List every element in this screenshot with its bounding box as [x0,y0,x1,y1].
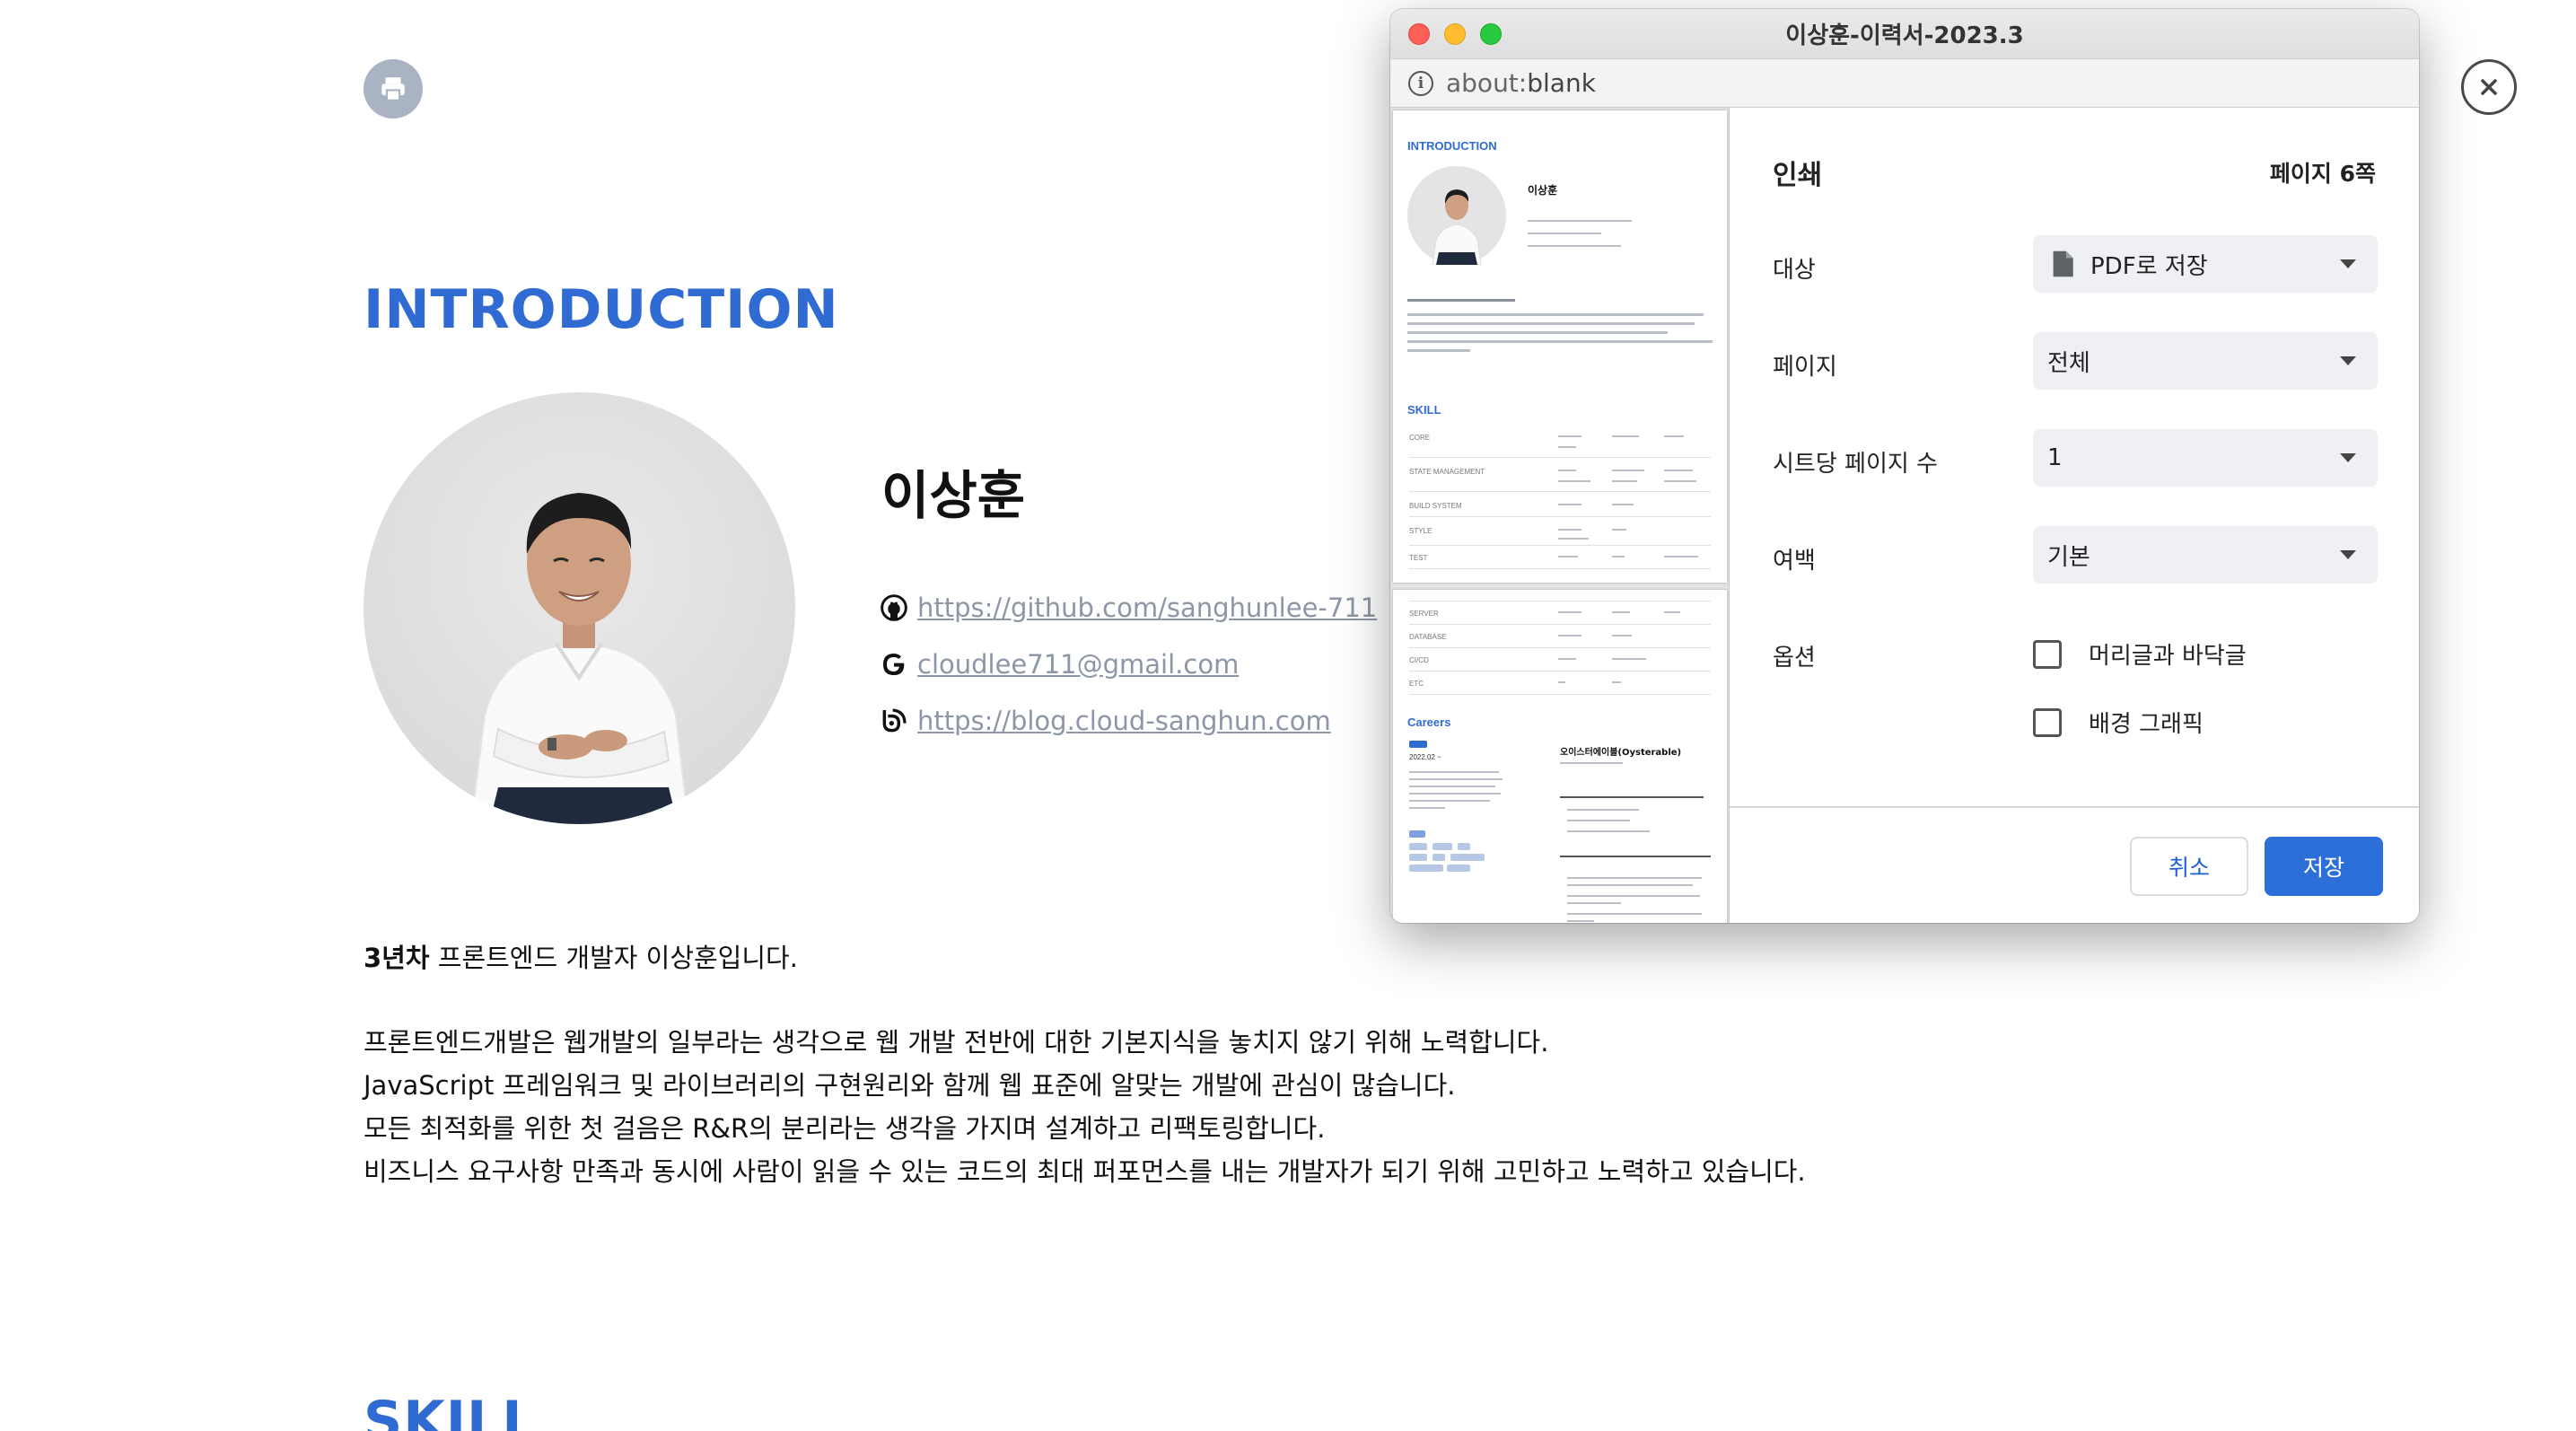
preview-photo [1407,166,1506,266]
intro-line: JavaScript 프레임워크 및 라이브러리의 구현원리와 함께 웹 표준에… [364,1070,1456,1101]
url-bar: i about:blank [1390,59,2419,108]
window-minimize-button[interactable] [1444,23,1466,45]
dialog-footer: 취소 저장 [1730,806,2419,923]
google-icon [883,654,905,675]
close-button[interactable] [2461,59,2517,115]
skill-heading: SKILL [364,1390,538,1431]
chevron-down-icon [2340,259,2356,268]
url-scheme: about: [1446,68,1528,98]
document-icon [2053,250,2073,277]
pages-per-sheet-value: 1 [2047,444,2063,471]
destination-value: PDF로 저장 [2090,252,2208,280]
preview-skill-row: TEST [1409,554,1428,562]
preview-skill-row: DATABASE [1409,633,1447,641]
margins-select[interactable]: 기본 [2033,526,2378,584]
headers-footers-option[interactable]: 머리글과 바닥글 [2033,637,2247,671]
print-settings-panel: 인쇄 페이지 6쪽 대상 PDF로 저장 페이지 전체 시트당 페이지 수 1 … [1730,108,2419,923]
intro-lead: 3년차 프론트엔드 개발자 이상훈입니다. [364,936,1806,979]
headers-footers-label: 머리글과 바닥글 [2089,643,2247,670]
margins-label: 여백 [1773,548,1816,575]
cancel-button[interactable]: 취소 [2130,837,2248,896]
destination-label: 대상 [1773,257,1816,284]
options-label: 옵션 [1773,645,1816,672]
blog-link[interactable]: https://blog.cloud-sanghun.com [917,706,1331,736]
introduction-text: 3년차 프론트엔드 개발자 이상훈입니다. 프론트엔드개발은 웹개발의 일부라는… [364,936,1806,1193]
margins-value: 기본 [2047,543,2090,571]
print-preview[interactable]: INTRODUCTION 이상훈 SKILL CORE STATE MANAGE… [1390,108,1730,923]
preview-careers-heading: Careers [1407,716,1451,729]
github-link[interactable]: https://github.com/sanghunlee-711 [917,593,1377,623]
page-count: 페이지 6쪽 [2269,161,2376,187]
person-name: 이상훈 [881,465,1026,526]
print-dialog-body: INTRODUCTION 이상훈 SKILL CORE STATE MANAGE… [1390,108,2419,923]
preview-skill-heading: SKILL [1407,403,1441,417]
email-link[interactable]: cloudlee711@gmail.com [917,649,1239,680]
window-zoom-button[interactable] [1480,23,1502,45]
preview-skill-row: STATE MANAGEMENT [1409,468,1485,476]
blog-link-row[interactable]: https://blog.cloud-sanghun.com [880,706,1331,736]
chevron-down-icon [2340,453,2356,462]
intro-line: 모든 최적화를 위한 첫 걸음은 R&R의 분리라는 생각을 가지며 설계하고 … [364,1113,1326,1144]
blog-icon [882,708,907,733]
destination-select[interactable]: PDF로 저장 [2033,235,2378,293]
pages-select[interactable]: 전체 [2033,332,2378,390]
chevron-down-icon [2340,550,2356,559]
url-text: about:blank [1446,68,1596,98]
close-icon [2481,79,2497,95]
background-graphics-checkbox[interactable] [2033,707,2062,737]
preview-intro-heading: INTRODUCTION [1407,139,1497,153]
intro-lead-rest: 프론트엔드 개발자 이상훈입니다. [429,943,798,973]
info-icon[interactable]: i [1408,70,1433,96]
preview-skill-row: BUILD SYSTEM [1409,502,1462,510]
preview-page-1: INTRODUCTION 이상훈 SKILL CORE STATE MANAGE… [1393,110,1727,583]
print-header: 인쇄 [1773,160,1823,191]
printer-icon [381,77,405,101]
chevron-down-icon [2340,356,2356,365]
email-link-row[interactable]: cloudlee711@gmail.com [880,649,1239,680]
print-dialog-window: 이상훈-이력서-2023.3 i about:blank INTRODUCTIO… [1390,9,2419,923]
preview-career-date: 2022.02 ~ [1409,753,1441,761]
preview-page-2: SERVER DATABASE CI/CD ETC Careers 2022.0… [1393,590,1727,923]
preview-skill-row: CI/CD [1409,656,1429,664]
url-rest: blank [1527,68,1596,98]
pages-value: 전체 [2047,349,2090,377]
window-title: 이상훈-이력서-2023.3 [1785,22,2024,49]
preview-skill-row: SERVER [1409,610,1439,618]
preview-name: 이상훈 [1528,184,1558,197]
intro-lead-bold: 3년차 [364,943,430,973]
background-graphics-label: 배경 그래픽 [2089,711,2204,738]
print-button[interactable] [364,59,423,119]
window-titlebar: 이상훈-이력서-2023.3 [1390,9,2419,59]
window-controls [1408,23,1502,45]
introduction-heading: INTRODUCTION [364,278,839,341]
github-link-row[interactable]: https://github.com/sanghunlee-711 [880,593,1377,623]
profile-photo [364,392,795,824]
resume-page: INTRODUCTION 이상훈 https://github.com/sang… [0,0,2576,1431]
window-close-button[interactable] [1408,23,1430,45]
preview-skill-row: CORE [1409,434,1431,442]
intro-line: 비즈니스 요구사항 만족과 동시에 사람이 읽을 수 있는 코드의 최대 퍼포먼… [364,1156,1806,1187]
preview-skill-row: ETC [1409,680,1424,688]
intro-line: 프론트엔드개발은 웹개발의 일부라는 생각으로 웹 개발 전반에 대한 기본지식… [364,1027,1549,1058]
github-icon [881,594,907,621]
preview-company: 오이스터에이블(Oysterable) [1560,748,1682,758]
headers-footers-checkbox[interactable] [2033,639,2062,669]
pages-per-sheet-label: 시트당 페이지 수 [1773,451,1938,478]
pages-label: 페이지 [1773,354,1837,381]
preview-skill-row: STYLE [1409,527,1433,535]
save-button[interactable]: 저장 [2265,837,2383,896]
background-graphics-option[interactable]: 배경 그래픽 [2033,706,2204,739]
pages-per-sheet-select[interactable]: 1 [2033,429,2378,487]
